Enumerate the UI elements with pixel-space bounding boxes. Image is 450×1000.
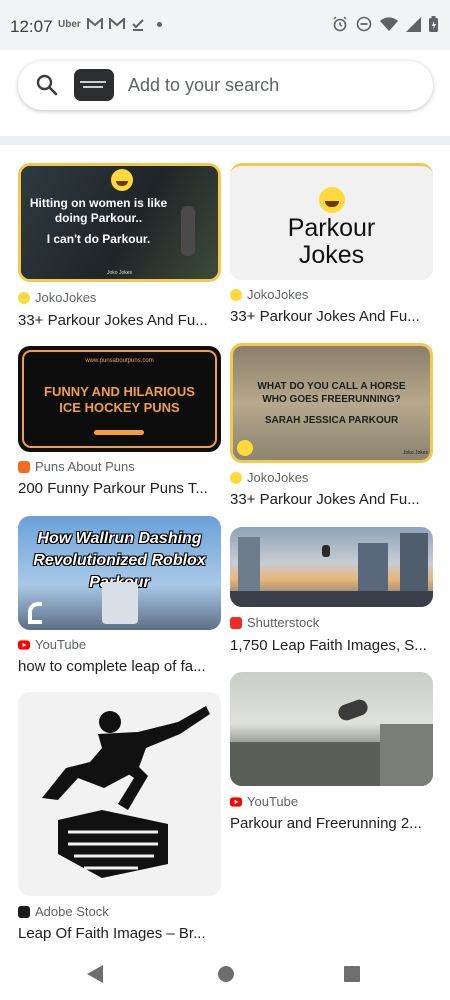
source-label: YouTube xyxy=(35,637,87,652)
result-image[interactable] xyxy=(230,527,433,607)
signal-icon xyxy=(406,16,421,32)
gmail-icon xyxy=(86,18,103,29)
dnd-icon xyxy=(356,16,372,32)
result-image[interactable]: How Wallrun Dashing Revolutionized Roblo… xyxy=(18,516,221,630)
adobe-favicon-icon xyxy=(18,905,30,918)
image-text: Parkour xyxy=(287,214,376,242)
alarm-icon xyxy=(333,16,347,32)
wifi-icon xyxy=(380,16,398,31)
image-text: ICE HOCKEY PUNS xyxy=(59,400,180,415)
gmail-icon xyxy=(108,18,125,29)
result-title[interactable]: 33+ Parkour Jokes And Fu... xyxy=(18,312,208,329)
youtube-favicon-icon xyxy=(230,796,242,807)
source-label: JokoJokes xyxy=(35,290,97,305)
search-area: Add to your search xyxy=(0,50,450,138)
jokojokes-favicon-icon xyxy=(230,288,242,301)
puns-favicon-icon xyxy=(18,460,30,473)
source-label: Puns About Puns xyxy=(35,459,135,474)
result-source: YouTube xyxy=(18,637,86,652)
source-label: JokoJokes xyxy=(247,470,309,485)
notification-icons: Uber xyxy=(58,17,162,31)
result-source: Shutterstock xyxy=(230,615,319,630)
uber-icon: Uber xyxy=(58,18,81,30)
source-label: YouTube xyxy=(247,794,299,809)
image-text: Hitting on women is like xyxy=(29,196,168,210)
image-text: WHAT DO YOU CALL A HORSE xyxy=(257,381,406,392)
parkour-silhouette-icon xyxy=(42,706,210,878)
recents-icon[interactable] xyxy=(344,966,360,982)
result-title[interactable]: Parkour and Freerunning 2... xyxy=(230,815,422,832)
dot-icon xyxy=(156,21,162,27)
image-text: FUNNY AND HILARIOUS xyxy=(44,384,195,399)
result-title[interactable]: 200 Funny Parkour Puns T... xyxy=(18,480,208,497)
result-image[interactable] xyxy=(18,692,221,896)
emoji-icon xyxy=(111,169,133,191)
emoji-icon xyxy=(237,440,253,456)
image-text: Joko Jokes xyxy=(403,450,429,456)
result-title[interactable]: 33+ Parkour Jokes And Fu... xyxy=(230,308,420,325)
image-text: WHO GOES FREERUNNING? xyxy=(262,394,401,405)
jokojokes-favicon-icon xyxy=(18,291,30,304)
result-source: Puns About Puns xyxy=(18,459,135,474)
source-label: JokoJokes xyxy=(247,287,309,302)
jokojokes-favicon-icon xyxy=(230,471,242,484)
home-icon[interactable] xyxy=(217,965,235,983)
status-bar: 12:07 Uber xyxy=(0,0,450,50)
image-text: SARAH JESSICA PARKOUR xyxy=(264,415,399,426)
system-nav-bar xyxy=(0,948,450,1000)
result-source: JokoJokes xyxy=(230,287,308,302)
result-image[interactable]: Hitting on women is like doing Parkour..… xyxy=(18,163,221,282)
image-text: www.punsaboutpuns.com xyxy=(85,358,154,364)
search-icon[interactable] xyxy=(36,74,58,96)
status-time: 12:07 xyxy=(10,17,53,36)
youtube-favicon-icon xyxy=(18,639,30,650)
result-image[interactable]: Parkour Jokes xyxy=(230,163,433,280)
source-label: Shutterstock xyxy=(247,615,320,630)
result-title[interactable]: 33+ Parkour Jokes And Fu... xyxy=(230,491,420,508)
result-image[interactable]: www.punsaboutpuns.com FUNNY AND HILARIOU… xyxy=(18,346,221,452)
battery-icon xyxy=(429,16,438,32)
emoji-icon xyxy=(319,187,345,213)
result-title[interactable]: 1,750 Leap Faith Images, S... xyxy=(230,637,427,654)
search-input[interactable]: Add to your search xyxy=(18,61,433,110)
result-source: JokoJokes xyxy=(230,470,308,485)
result-title[interactable]: how to complete leap of fa... xyxy=(18,658,206,675)
result-source: Adobe Stock xyxy=(18,904,109,919)
result-source: JokoJokes xyxy=(18,290,96,305)
result-title[interactable]: Leap Of Faith Images – Br... xyxy=(18,925,206,942)
back-icon[interactable] xyxy=(87,965,103,983)
image-text: How Wallrun Dashing xyxy=(37,530,202,547)
result-image[interactable] xyxy=(230,672,433,786)
image-text: I can't do Parkour. xyxy=(46,232,151,246)
image-text: Joko Jokes xyxy=(107,270,133,276)
image-text: doing Parkour.. xyxy=(54,211,143,225)
shutterstock-favicon-icon xyxy=(230,616,242,629)
system-icons xyxy=(332,16,438,32)
divider xyxy=(0,136,450,145)
search-image-thumbnail[interactable] xyxy=(74,69,114,101)
image-text: Jokes xyxy=(298,241,365,269)
result-source: YouTube xyxy=(230,794,298,809)
source-label: Adobe Stock xyxy=(35,904,109,919)
search-placeholder: Add to your search xyxy=(128,75,280,95)
task-icon xyxy=(132,19,144,31)
result-image[interactable]: WHAT DO YOU CALL A HORSE WHO GOES FREERU… xyxy=(230,343,433,463)
